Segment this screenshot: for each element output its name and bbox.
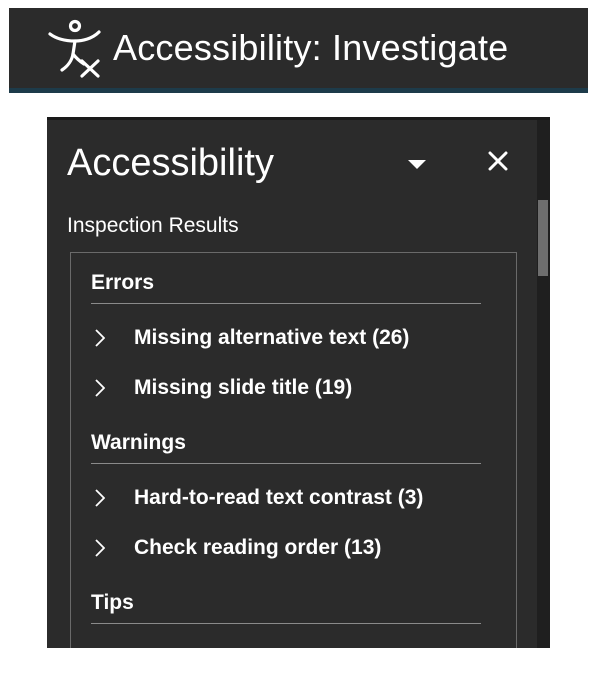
chevron-right-icon [91, 536, 109, 560]
section-header-warnings: Warnings [91, 431, 481, 464]
close-icon [488, 151, 508, 176]
inspection-results-list: Errors Missing alternative text (26) Mis… [70, 252, 517, 648]
result-item-label: Missing slide title (19) [134, 376, 353, 399]
result-item-label: Hard-to-read text contrast (3) [134, 486, 424, 509]
scrollbar-thumb[interactable] [538, 200, 548, 276]
result-item-missing-slide-title[interactable]: Missing slide title (19) [91, 371, 491, 405]
pane-options-button[interactable] [405, 156, 429, 176]
chevron-right-icon [91, 486, 109, 510]
accessibility-pane: Accessibility Inspection Results Errors … [47, 117, 550, 648]
inspection-results-heading: Inspection Results [67, 214, 239, 237]
triangle-down-icon [408, 157, 426, 175]
pane-title: Accessibility [67, 142, 274, 184]
chevron-right-icon [91, 326, 109, 350]
pane-scrollbar[interactable] [537, 120, 550, 648]
chevron-right-icon [91, 376, 109, 400]
close-pane-button[interactable] [485, 150, 511, 176]
section-header-errors: Errors [91, 271, 481, 304]
ribbon-button-label: Accessibility: Investigate [113, 27, 509, 68]
accessibility-investigate-button[interactable]: Accessibility: Investigate [9, 8, 588, 93]
accessibility-person-icon [43, 17, 105, 79]
section-header-tips: Tips [91, 591, 481, 624]
result-item-reading-order[interactable]: Check reading order (13) [91, 531, 491, 565]
result-item-label: Check reading order (13) [134, 536, 382, 559]
result-item-missing-alt-text[interactable]: Missing alternative text (26) [91, 321, 491, 355]
result-item-label: Missing alternative text (26) [134, 326, 410, 349]
result-item-text-contrast[interactable]: Hard-to-read text contrast (3) [91, 481, 491, 515]
